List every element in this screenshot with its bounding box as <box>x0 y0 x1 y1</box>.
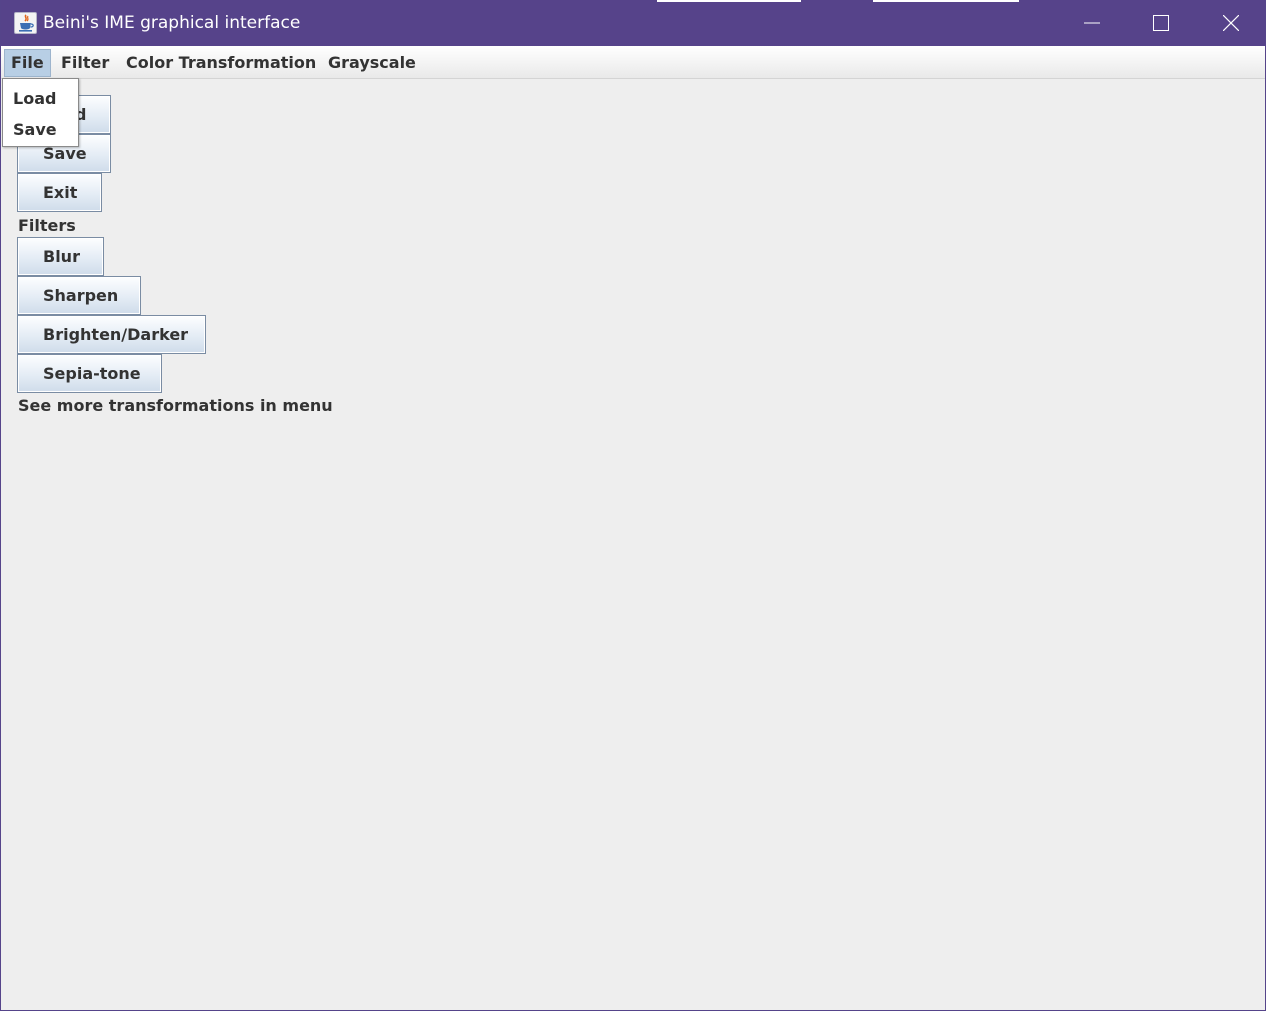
menu-file[interactable]: File <box>4 49 51 77</box>
main-panel: Load Save Exit Filters Blur Sharpen Brig… <box>1 80 1265 1010</box>
close-icon <box>1223 15 1239 31</box>
minimize-button[interactable] <box>1057 0 1127 46</box>
sharpen-button[interactable]: Sharpen <box>17 276 141 315</box>
file-menu-item-load[interactable]: Load <box>13 89 56 109</box>
minimize-icon <box>1084 22 1100 24</box>
file-menu-popup: Load Save <box>2 78 79 147</box>
exit-button[interactable]: Exit <box>17 173 102 212</box>
close-button[interactable] <box>1196 0 1265 46</box>
brighten-darker-button[interactable]: Brighten/Darker <box>17 315 206 354</box>
maximize-icon <box>1153 15 1169 31</box>
app-window: Beini's IME graphical interface File Fil… <box>0 0 1266 1011</box>
menu-color-transformation[interactable]: Color Transformation <box>120 49 322 77</box>
blur-button[interactable]: Blur <box>17 237 104 276</box>
window-title: Beini's IME graphical interface <box>43 13 301 33</box>
java-cup-icon <box>14 12 37 34</box>
maximize-button[interactable] <box>1126 0 1196 46</box>
filters-heading: Filters <box>18 216 76 235</box>
menu-bar: File Filter Color Transformation Graysca… <box>1 46 1265 79</box>
menu-filter[interactable]: Filter <box>55 49 115 77</box>
transformations-hint: See more transformations in menu <box>18 396 333 415</box>
sepia-tone-button[interactable]: Sepia-tone <box>17 354 162 393</box>
file-menu-item-save[interactable]: Save <box>13 120 57 140</box>
title-bar-accent <box>657 0 801 2</box>
title-bar[interactable]: Beini's IME graphical interface <box>1 0 1265 46</box>
title-bar-accent <box>873 0 1019 2</box>
menu-grayscale[interactable]: Grayscale <box>322 49 422 77</box>
